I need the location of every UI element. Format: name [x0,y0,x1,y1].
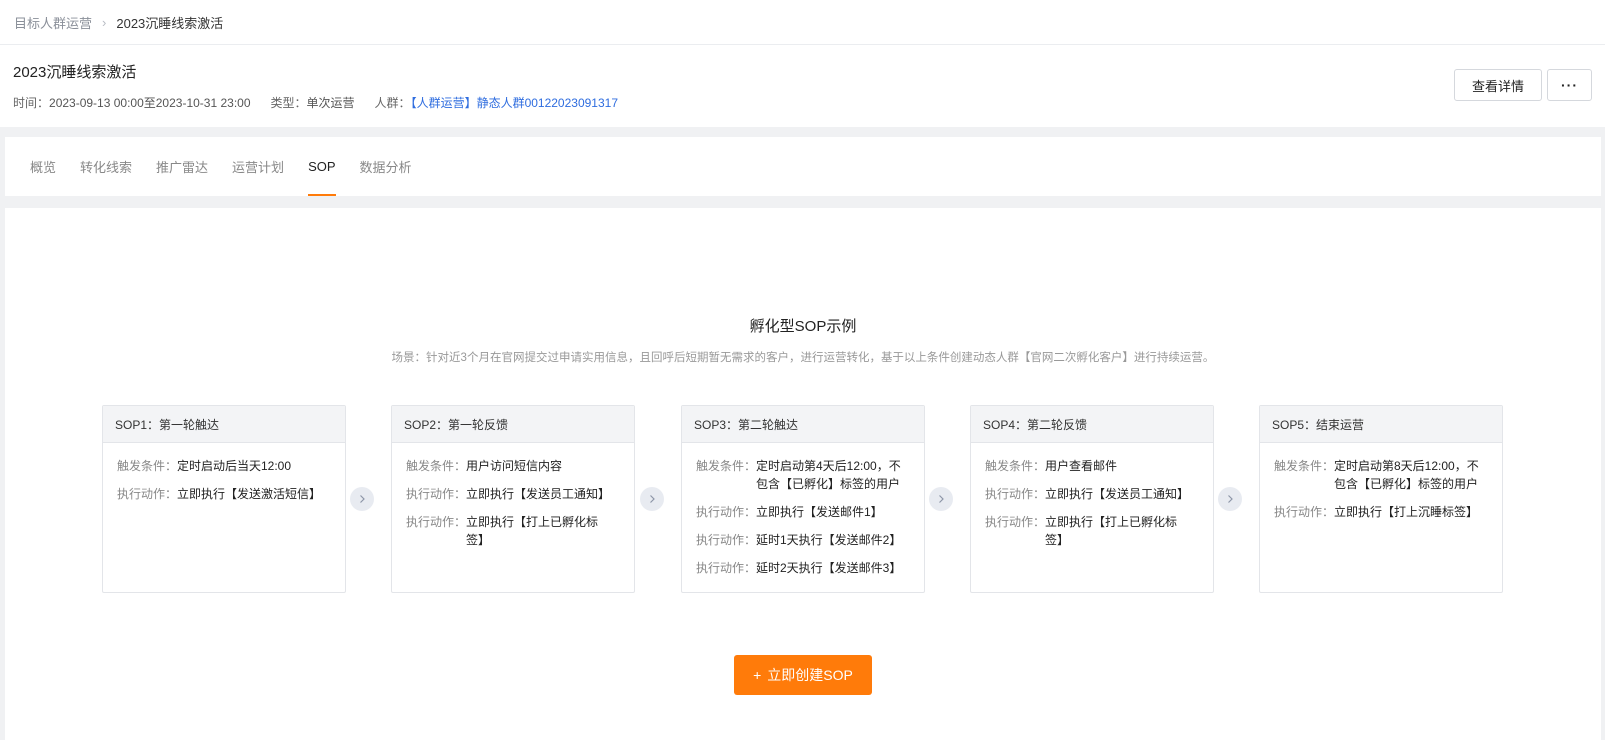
row-value: 立即执行【发送激活短信】 [177,487,322,501]
sop-card-2: SOP2：第一轮反馈 触发条件： 用户访问短信内容 执行动作： 立即执行【发送员工通… [391,405,635,593]
chevron-right-icon [1218,487,1242,511]
time-label: 时间： [13,96,50,110]
row-label: 触发条件： [406,459,467,473]
sop-card-5: SOP5：结束运营 触发条件： 定时启动第8天后12:00，不包含【已孵化】标签的… [1259,405,1503,593]
row-value: 定时启动第4天后12:00，不包含【已孵化】标签的用户 [756,459,901,491]
breadcrumb: 目标人群运营 › 2023沉睡线索激活 [0,0,1605,45]
row-value: 立即执行【打上沉睡标签】 [1334,505,1479,519]
sop-card-title: SOP3：第二轮触达 [682,406,924,443]
card-row: 执行动作： 立即执行【发送激活短信】 [117,485,331,503]
create-sop-label: 立即创建SOP [767,667,853,683]
row-label: 执行动作： [406,487,467,501]
sop-card-title: SOP5：结束运营 [1260,406,1502,443]
card-row: 执行动作： 立即执行【打上已孵化标签】 [985,513,1199,549]
row-label: 执行动作： [1274,505,1335,519]
time-info: 时间：2023-09-13 00:00至2023-10-31 23:00 [13,94,251,111]
sop-card-3: SOP3：第二轮触达 触发条件： 定时启动第4天后12:00，不包含【已孵化】标签… [681,405,925,593]
chevron-right-icon [640,487,664,511]
row-value: 立即执行【发送员工通知】 [1045,487,1190,501]
crowd-label: 人群： [374,96,411,110]
plus-icon: + [753,667,762,683]
chevron-right-icon: › [102,14,107,30]
tab-bar: 概览 转化线索 推广雷达 运营计划 SOP 数据分析 [5,137,1601,196]
chevron-right-icon [929,487,953,511]
row-label: 触发条件： [696,459,757,473]
crowd-info: 人群：【人群运营】静态人群00122023091317 [375,94,618,111]
sop-card-1: SOP1：第一轮触达 触发条件： 定时启动后当天12:00 执行动作： 立即执行【发… [102,405,346,593]
row-value: 立即执行【打上已孵化标签】 [1045,515,1178,547]
card-row: 触发条件： 定时启动第4天后12:00，不包含【已孵化】标签的用户 [696,457,910,493]
card-row: 执行动作： 延时1天执行【发送邮件2】 [696,531,910,549]
card-row: 执行动作： 延时2天执行【发送邮件3】 [696,559,910,577]
sop-content: 孵化型SOP示例 场景：针对近3个月在官网提交过申请实用信息，且回呼后短期暂无需… [5,208,1601,740]
card-row: 执行动作： 立即执行【打上已孵化标签】 [406,513,620,549]
card-row: 触发条件： 定时启动后当天12:00 [117,457,331,475]
type-value: 单次运营 [306,96,355,110]
sop-card-4: SOP4：第二轮反馈 触发条件： 用户查看邮件 执行动作： 立即执行【发送员工通知】… [970,405,1214,593]
row-label: 触发条件： [985,459,1046,473]
card-row: 执行动作： 立即执行【发送邮件1】 [696,503,910,521]
card-row: 执行动作： 立即执行【打上沉睡标签】 [1274,503,1488,521]
row-value: 延时1天执行【发送邮件2】 [756,533,902,547]
row-label: 执行动作： [696,533,757,547]
sop-card-title: SOP4：第二轮反馈 [971,406,1213,443]
row-value: 用户访问短信内容 [466,459,563,473]
example-description: 场景：针对近3个月在官网提交过申请实用信息，且回呼后短期暂无需求的客户，进行运营… [391,352,1215,364]
row-label: 执行动作： [985,487,1046,501]
row-label: 执行动作： [696,505,757,519]
row-value: 立即执行【发送邮件1】 [756,505,883,519]
breadcrumb-parent-link[interactable]: 目标人群运营 [14,13,92,32]
row-label: 触发条件： [117,459,178,473]
row-value: 立即执行【发送员工通知】 [466,487,611,501]
row-label: 执行动作： [117,487,178,501]
sop-card-title: SOP1：第一轮触达 [103,406,345,443]
tab-data-analysis[interactable]: 数据分析 [360,137,412,196]
row-value: 延时2天执行【发送邮件3】 [756,561,902,575]
row-label: 执行动作： [696,561,757,575]
example-title: 孵化型SOP示例 [749,318,857,335]
row-value: 立即执行【打上已孵化标签】 [466,515,599,547]
row-label: 执行动作： [406,515,467,529]
campaign-header: 2023沉睡线索激活 时间：2023-09-13 00:00至2023-10-3… [0,45,1605,127]
row-value: 定时启动后当天12:00 [177,459,292,473]
row-label: 执行动作： [985,515,1046,529]
crowd-link[interactable]: 【人群运营】静态人群00122023091317 [411,96,618,110]
row-value: 定时启动第8天后12:00，不包含【已孵化】标签的用户 [1334,459,1479,491]
tab-conversion-leads[interactable]: 转化线索 [80,137,132,196]
campaign-meta: 时间：2023-09-13 00:00至2023-10-31 23:00 类型：… [13,94,638,111]
page-title: 2023沉睡线索激活 [13,64,137,81]
card-row: 触发条件： 用户查看邮件 [985,457,1199,475]
sop-card-title: SOP2：第一轮反馈 [392,406,634,443]
type-info: 类型：单次运营 [271,94,355,111]
more-options-button[interactable]: ··· [1547,69,1592,101]
card-row: 执行动作： 立即执行【发送员工通知】 [985,485,1199,503]
card-row: 触发条件： 用户访问短信内容 [406,457,620,475]
create-sop-button[interactable]: + 立即创建SOP [734,655,872,695]
row-label: 触发条件： [1274,459,1335,473]
tab-promotion-radar[interactable]: 推广雷达 [156,137,208,196]
tab-operation-plan[interactable]: 运营计划 [232,137,284,196]
time-value: 2023-09-13 00:00至2023-10-31 23:00 [49,96,251,110]
chevron-right-icon [350,487,374,511]
breadcrumb-current: 2023沉睡线索激活 [116,15,224,31]
type-label: 类型： [270,96,307,110]
card-row: 触发条件： 定时启动第8天后12:00，不包含【已孵化】标签的用户 [1274,457,1488,493]
row-value: 用户查看邮件 [1045,459,1118,473]
card-row: 执行动作： 立即执行【发送员工通知】 [406,485,620,503]
tab-overview[interactable]: 概览 [30,137,56,196]
view-details-button[interactable]: 查看详情 [1454,69,1542,101]
tab-sop[interactable]: SOP [308,137,337,196]
